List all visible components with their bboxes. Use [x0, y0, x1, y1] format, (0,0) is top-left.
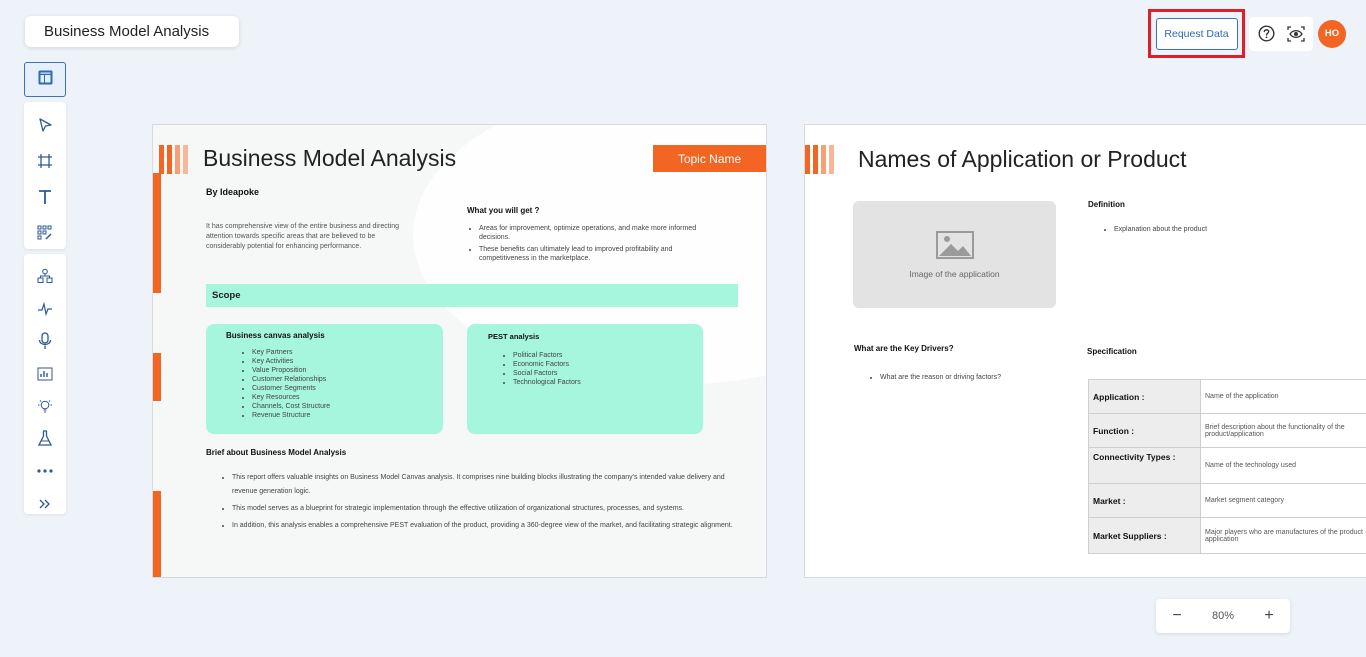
list-item: Key Activities	[252, 357, 330, 366]
frame-icon[interactable]	[34, 150, 56, 172]
highlight-box: Request Data	[1148, 9, 1245, 58]
list-item: Key Resources	[252, 393, 330, 402]
benefits-list: Areas for improvement, optimize operatio…	[467, 224, 713, 266]
chart-icon[interactable]	[34, 364, 56, 385]
table-value: Name of the application	[1200, 379, 1366, 414]
slide-application[interactable]: Names of Application or Product Image of…	[804, 124, 1366, 578]
list-item: Political Factors	[513, 351, 581, 360]
layout-button[interactable]	[24, 62, 66, 97]
image-placeholder-label: Image of the application	[909, 268, 1000, 279]
tool-group-secondary	[24, 254, 66, 514]
list-item: Explanation about the product	[1114, 225, 1366, 234]
pointer-icon[interactable]	[34, 114, 56, 136]
canvas-analysis-box: Business canvas analysis Key Partners Ke…	[206, 324, 443, 434]
list-item: Key Partners	[252, 348, 330, 357]
hierarchy-icon[interactable]	[34, 266, 56, 287]
table-row: Connectivity Types : Name of the technol…	[1088, 447, 1366, 484]
table-key: Function :	[1088, 413, 1201, 448]
list-item: What are the reason or driving factors?	[880, 373, 1074, 382]
table-row: Market Suppliers : Major players who are…	[1088, 517, 1366, 554]
more-icon[interactable]	[34, 461, 56, 482]
benefits-heading: What you will get ?	[467, 206, 540, 215]
pulse-icon[interactable]	[34, 299, 56, 320]
orange-edge-bar	[153, 491, 161, 577]
definition-list: Explanation about the product	[1088, 225, 1366, 237]
list-item: This report offers valuable insights on …	[232, 471, 736, 499]
title-stripes	[805, 145, 834, 174]
pest-analysis-box: PEST analysis Political Factors Economic…	[467, 324, 703, 434]
table-value: Market segment category	[1200, 483, 1366, 518]
table-value: Brief description about the functionalit…	[1200, 413, 1366, 448]
text-icon[interactable]	[34, 186, 56, 208]
expand-icon[interactable]	[34, 494, 56, 515]
brief-list: This report offers valuable insights on …	[206, 471, 736, 536]
image-icon	[935, 230, 974, 259]
table-key: Application :	[1088, 379, 1201, 414]
list-item: Value Proposition	[252, 366, 330, 375]
slide-business-model[interactable]: Business Model Analysis Topic Name By Id…	[152, 124, 767, 578]
author-label: By Ideapoke	[206, 187, 260, 197]
list-item: Channels, Cost Structure	[252, 402, 330, 411]
title-stripes	[159, 145, 188, 174]
zoom-out-button[interactable]: −	[1170, 607, 1184, 625]
user-avatar[interactable]: HO	[1318, 19, 1346, 48]
pest-heading: PEST analysis	[488, 332, 540, 341]
zoom-level: 80%	[1211, 610, 1235, 622]
image-placeholder: Image of the application	[853, 201, 1056, 308]
list-item: Customer Segments	[252, 384, 330, 393]
table-key: Connectivity Types :	[1088, 447, 1201, 484]
table-row: Market : Market segment category	[1088, 483, 1366, 518]
top-action-bar: Request Data HO	[1148, 9, 1346, 58]
mic-icon[interactable]	[34, 331, 56, 352]
list-item: Revenue Structure	[252, 411, 330, 420]
list-item: Social Factors	[513, 369, 581, 378]
document-title[interactable]: Business Model Analysis	[25, 16, 239, 47]
flask-icon[interactable]	[34, 429, 56, 450]
pest-list: Political Factors Economic Factors Socia…	[487, 351, 581, 387]
drivers-heading: What are the Key Drivers?	[854, 344, 954, 353]
request-data-button[interactable]: Request Data	[1155, 17, 1238, 50]
zoom-in-button[interactable]: +	[1262, 607, 1276, 625]
table-key: Market Suppliers :	[1088, 517, 1201, 554]
components-icon[interactable]	[34, 222, 56, 244]
canvas-list: Key Partners Key Activities Value Propos…	[226, 348, 330, 420]
list-item: This model serves as a blueprint for str…	[232, 502, 736, 516]
intro-text: It has comprehensive view of the entire …	[206, 223, 399, 250]
help-icon[interactable]	[1257, 25, 1275, 43]
orange-edge-bar	[153, 353, 161, 401]
list-item: These benefits can ultimately lead to im…	[479, 245, 713, 263]
zoom-control: − 80% +	[1156, 599, 1290, 633]
list-item: Technological Factors	[513, 378, 581, 387]
scope-bar: Scope	[206, 284, 738, 307]
list-item: Customer Relationships	[252, 375, 330, 384]
preview-eye-icon[interactable]	[1287, 25, 1305, 43]
drivers-list: What are the reason or driving factors?	[854, 373, 1074, 385]
slide-title: Names of Application or Product	[858, 146, 1187, 172]
tool-group-primary	[24, 102, 66, 249]
topic-tag: Topic Name	[653, 145, 766, 172]
bulb-icon[interactable]	[34, 396, 56, 417]
table-value: Name of the technology used	[1200, 447, 1366, 484]
table-value: Major players who are manufactures of th…	[1200, 517, 1366, 554]
specification-heading: Specification	[1087, 347, 1137, 356]
table-row: Application : Name of the application	[1088, 379, 1366, 414]
list-item: Economic Factors	[513, 360, 581, 369]
table-row: Function : Brief description about the f…	[1088, 413, 1366, 448]
canvas-heading: Business canvas analysis	[226, 331, 325, 340]
top-icon-group	[1249, 16, 1313, 51]
table-key: Market :	[1088, 483, 1201, 518]
definition-heading: Definition	[1088, 200, 1125, 209]
brief-heading: Brief about Business Model Analysis	[206, 448, 347, 457]
orange-edge-bar	[153, 173, 161, 293]
list-item: Areas for improvement, optimize operatio…	[479, 224, 713, 242]
specification-table: Application : Name of the application Fu…	[1088, 379, 1366, 554]
list-item: In addition, this analysis enables a com…	[232, 519, 736, 533]
layout-icon	[38, 70, 53, 90]
slide-title: Business Model Analysis	[203, 145, 457, 171]
